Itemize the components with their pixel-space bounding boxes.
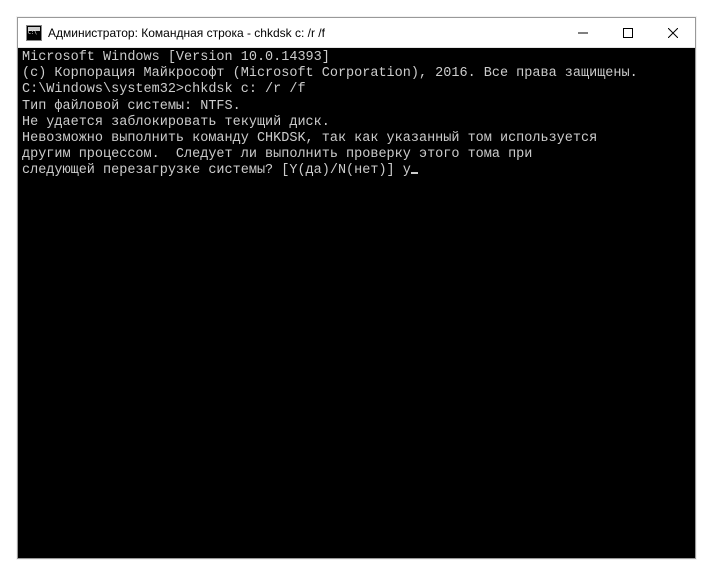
cmd-window: Администратор: Командная строка - chkdsk… bbox=[17, 17, 696, 559]
output-line: Microsoft Windows [Version 10.0.14393] bbox=[22, 50, 691, 66]
prompt-line: C:\Windows\system32>chkdsk c: /r /f bbox=[22, 82, 691, 98]
cmd-icon bbox=[26, 25, 42, 41]
prompt-text: следующей перезагрузке системы? [Y(да)/N… bbox=[22, 163, 403, 178]
cursor bbox=[411, 172, 418, 174]
output-line: Невозможно выполнить команду CHKDSK, так… bbox=[22, 131, 691, 147]
window-title: Администратор: Командная строка - chkdsk… bbox=[48, 26, 560, 40]
minimize-button[interactable] bbox=[560, 18, 605, 47]
terminal-output[interactable]: Microsoft Windows [Version 10.0.14393](c… bbox=[18, 48, 695, 558]
user-input: y bbox=[403, 163, 411, 178]
maximize-button[interactable] bbox=[605, 18, 650, 47]
output-line: (c) Корпорация Майкрософт (Microsoft Cor… bbox=[22, 66, 691, 82]
output-line: Не удается заблокировать текущий диск. bbox=[22, 115, 691, 131]
close-button[interactable] bbox=[650, 18, 695, 47]
window-controls bbox=[560, 18, 695, 47]
prompt-input-line: следующей перезагрузке системы? [Y(да)/N… bbox=[22, 163, 691, 179]
output-line: другим процессом. Следует ли выполнить п… bbox=[22, 147, 691, 163]
titlebar[interactable]: Администратор: Командная строка - chkdsk… bbox=[18, 18, 695, 48]
output-line: Тип файловой системы: NTFS. bbox=[22, 99, 691, 115]
